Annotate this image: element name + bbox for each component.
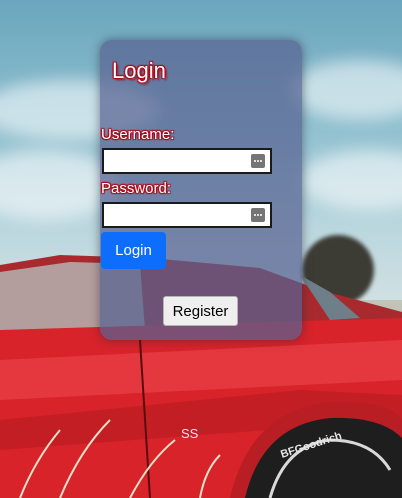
login-panel: Login Username: Password: Login Register: [100, 40, 302, 340]
login-title: Login: [112, 58, 166, 83]
username-field[interactable]: [102, 148, 272, 174]
login-button[interactable]: Login: [101, 232, 166, 269]
car-badge: SS: [181, 426, 199, 441]
password-manager-key-icon[interactable]: [251, 208, 265, 222]
password-input[interactable]: [106, 205, 250, 227]
username-input[interactable]: [106, 151, 250, 173]
register-button[interactable]: Register: [163, 296, 238, 326]
password-field[interactable]: [102, 202, 272, 228]
password-label: Password:: [101, 180, 172, 197]
password-manager-key-icon[interactable]: [251, 154, 265, 168]
username-label: Username:: [101, 126, 175, 143]
